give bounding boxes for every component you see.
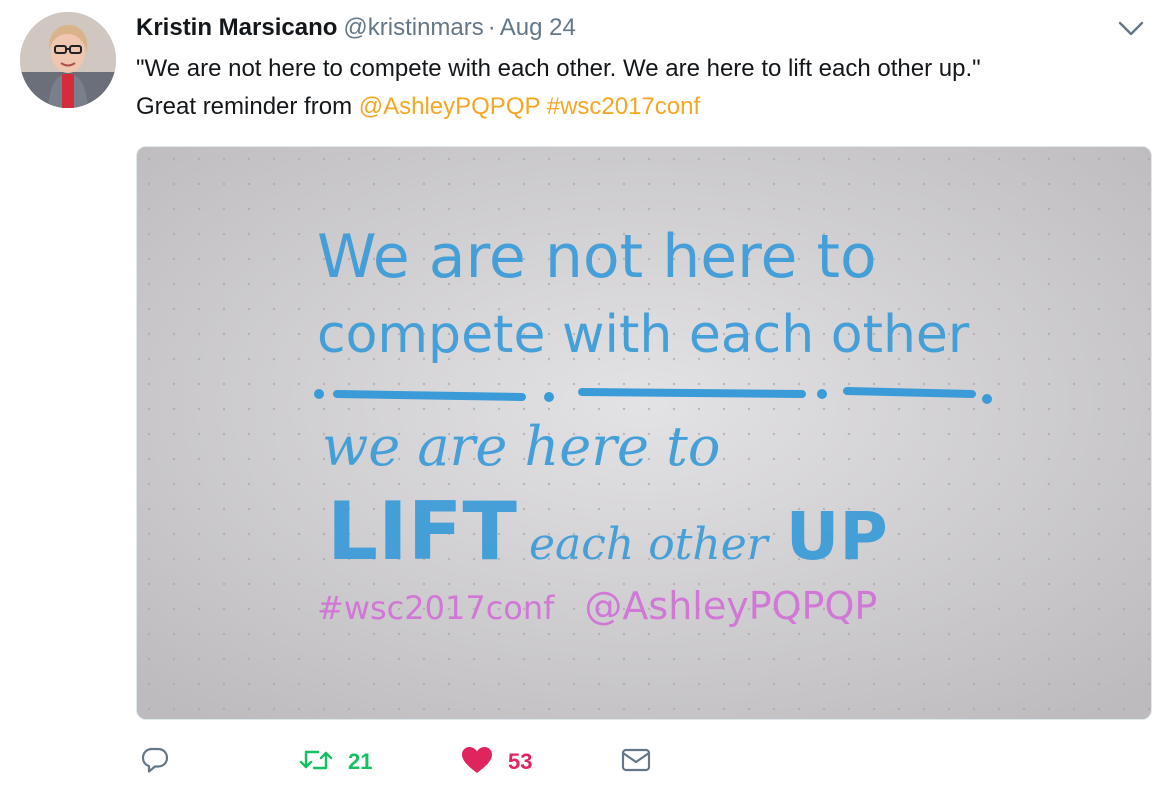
reply-icon: [140, 745, 170, 780]
author-name[interactable]: Kristin Marsicano: [136, 14, 337, 41]
tweet-text: "We are not here to compete with each ot…: [136, 50, 1146, 126]
author-handle[interactable]: @kristinmars: [343, 14, 483, 41]
tweet-date[interactable]: Aug 24: [500, 14, 576, 41]
direct-message-button[interactable]: [620, 738, 652, 786]
heart-icon: [460, 745, 494, 780]
image-text-line3: we are here to: [322, 415, 720, 478]
avatar[interactable]: [20, 12, 116, 108]
image-text-each-other: each other: [529, 519, 771, 570]
image-text-line5: #wsc2017conf @AshleyPQPQP: [317, 584, 877, 628]
image-text-mention: @AshleyPQPQP: [584, 584, 877, 628]
retweet-button[interactable]: 21: [298, 738, 372, 786]
separator-dot: ·: [487, 14, 496, 41]
tweet-text-prefix: Great reminder from: [136, 93, 359, 120]
chevron-down-icon[interactable]: [1116, 16, 1146, 42]
image-text-up: UP: [786, 498, 888, 575]
reply-button[interactable]: [140, 738, 184, 786]
tweet-text-line1: "We are not here to compete with each ot…: [136, 55, 981, 82]
envelope-icon: [620, 746, 652, 779]
tweet-card: Kristin Marsicano @kristinmars · Aug 24 "We…: [0, 0, 1168, 794]
retweet-icon: [298, 745, 334, 780]
retweet-count: 21: [348, 749, 373, 774]
tweet-header: Kristin Marsicano @kristinmars · Aug 24: [136, 10, 576, 46]
tweet-actions: 21 53: [136, 738, 1146, 786]
image-text-line1: We are not here to: [317, 222, 877, 292]
mention-link[interactable]: @AshleyPQPQP: [359, 93, 540, 120]
tweet-image[interactable]: We are not here to compete with each oth…: [136, 146, 1152, 720]
like-count: 53: [508, 749, 533, 774]
image-text-hashtag: #wsc2017conf: [317, 589, 555, 627]
hashtag-link[interactable]: #wsc2017conf: [547, 93, 700, 120]
tweet-text-line2: Great reminder from @AshleyPQPQP #wsc201…: [136, 88, 1146, 126]
image-text-line2: compete with each other: [317, 305, 970, 365]
like-button[interactable]: 53: [460, 738, 532, 786]
image-text-lift: LIFT: [327, 485, 517, 578]
